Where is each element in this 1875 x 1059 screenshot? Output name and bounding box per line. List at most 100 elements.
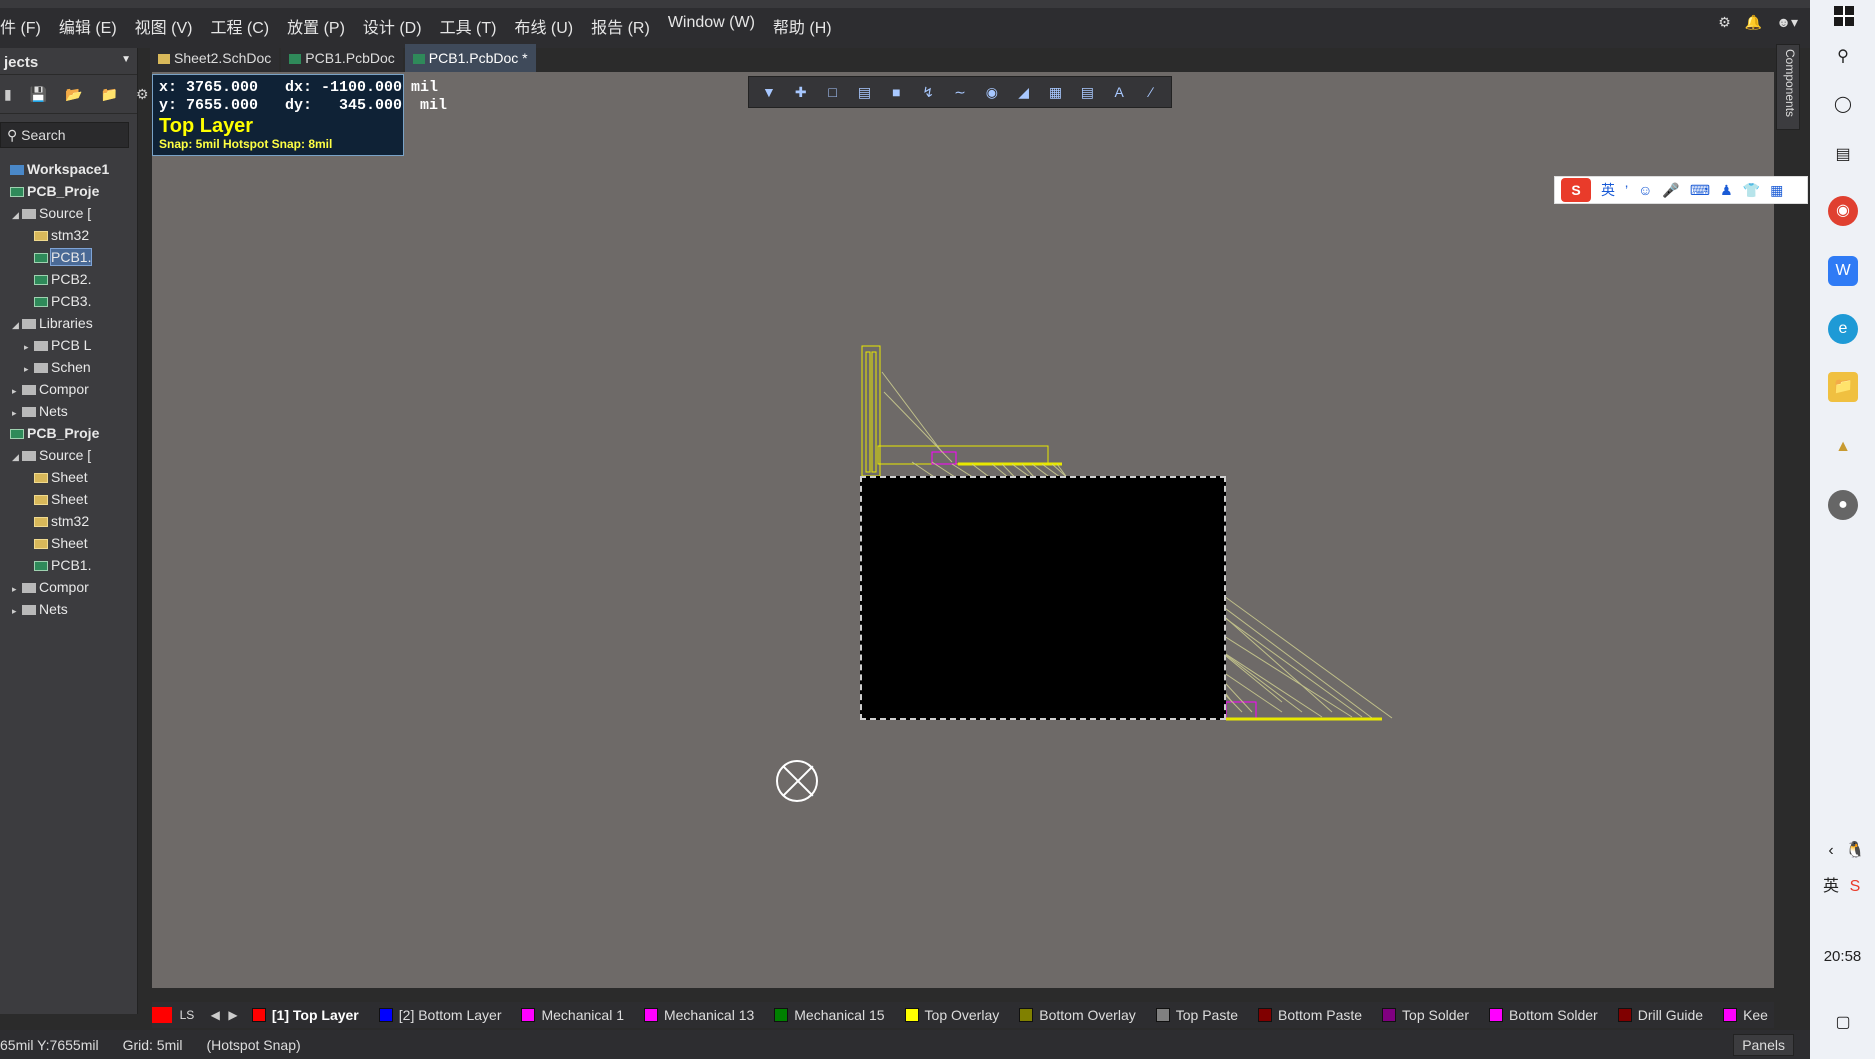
tree-item[interactable]: Sheet [0, 532, 137, 554]
chevron-down-icon[interactable]: ◢ [12, 204, 22, 224]
gear-icon[interactable]: ⚙ [136, 86, 149, 103]
tree-item[interactable]: ▸ Compor [0, 378, 137, 400]
chevron-right-icon[interactable]: ▸ [12, 380, 22, 400]
menu-route[interactable]: 布线 (U) [514, 14, 573, 38]
layer-set-button[interactable]: LS [180, 1008, 195, 1022]
projects-panel-header[interactable]: jects ▼ [0, 48, 137, 74]
tree-item[interactable]: PCB1. [0, 246, 137, 268]
bell-icon[interactable]: 🔔 [1745, 14, 1762, 31]
components-panel-tab[interactable]: Components [1776, 44, 1800, 130]
sogou-tray-icon[interactable]: S [1840, 872, 1870, 902]
document-tab[interactable]: PCB1.PcbDoc [281, 44, 403, 72]
select-rect-icon[interactable]: □ [821, 81, 845, 103]
tree-item[interactable]: Sheet [0, 488, 137, 510]
layer-tab[interactable]: Mechanical 13 [638, 1007, 760, 1023]
taskbar-clock[interactable]: 20:58 [1810, 948, 1875, 965]
line-icon[interactable]: ∕ [1139, 81, 1163, 103]
chevron-down-icon[interactable]: ▼ [121, 54, 131, 65]
wps-icon[interactable]: W [1828, 256, 1858, 286]
current-layer-swatch[interactable] [152, 1007, 172, 1023]
menu-view[interactable]: 视图 (V) [135, 14, 193, 38]
chevron-down-icon[interactable]: ◢ [12, 446, 22, 466]
chevron-right-icon[interactable]: ▸ [24, 336, 34, 356]
avatar-icon[interactable]: ● [1828, 490, 1858, 520]
layer-tab[interactable]: Bottom Paste [1252, 1007, 1368, 1023]
route-icon[interactable]: ↯ [916, 81, 940, 103]
notification-icon[interactable]: ▢ [1828, 1008, 1858, 1038]
layer-tab[interactable]: Bottom Solder [1483, 1007, 1604, 1023]
tree-item[interactable]: ▸ Nets [0, 400, 137, 422]
align-icon[interactable]: ▤ [853, 81, 877, 103]
tree-item[interactable]: ▸ Compor [0, 576, 137, 598]
chevron-down-icon[interactable]: ◢ [12, 314, 22, 334]
menu-project[interactable]: 工程 (C) [210, 14, 269, 38]
emoji-icon[interactable]: ☺ [1638, 182, 1652, 198]
tree-item[interactable]: ▸ Nets [0, 598, 137, 620]
close-folder-icon[interactable]: 📁 [101, 86, 118, 103]
project-icon[interactable]: ▮ [4, 86, 12, 103]
filter-icon[interactable]: ▼ [757, 81, 781, 103]
chevron-right-icon[interactable]: ▸ [24, 358, 34, 378]
task-view-icon[interactable]: ▤ [1828, 140, 1858, 170]
sogou-logo-icon[interactable]: S [1561, 178, 1591, 202]
grid-icon[interactable]: ▦ [1770, 182, 1783, 199]
document-tab[interactable]: PCB1.PcbDoc * [404, 44, 536, 72]
document-tab[interactable]: Sheet2.SchDoc [150, 44, 280, 72]
edge-icon[interactable]: e [1828, 314, 1858, 344]
tree-item[interactable]: ▸ PCB L [0, 334, 137, 356]
skin-icon[interactable]: 👕 [1743, 182, 1760, 199]
windows-start-icon[interactable] [1834, 6, 1854, 26]
panels-button[interactable]: Panels [1733, 1034, 1794, 1056]
save-icon[interactable]: 💾 [30, 86, 47, 103]
keyboard-icon[interactable]: ⌨ [1690, 182, 1710, 199]
layer-tab[interactable]: Top Paste [1150, 1007, 1244, 1023]
tree-item[interactable]: stm32 [0, 510, 137, 532]
gear-icon[interactable]: ⚙ [1718, 14, 1731, 31]
open-folder-icon[interactable]: 📂 [65, 86, 82, 103]
menu-reports[interactable]: 报告 (R) [591, 14, 650, 38]
file-explorer-icon[interactable]: 📁 [1828, 372, 1858, 402]
cortana-icon[interactable]: ◯ [1828, 90, 1858, 120]
layer-tab[interactable]: Top Overlay [899, 1007, 1006, 1023]
keepout-icon[interactable]: ▦ [1044, 81, 1068, 103]
layer-tab[interactable]: Mechanical 15 [768, 1007, 890, 1023]
menu-place[interactable]: 放置 (P) [287, 14, 345, 38]
chevron-right-icon[interactable]: ▸ [12, 600, 22, 620]
menu-file[interactable]: 件 (F) [0, 14, 41, 38]
tree-item[interactable]: PCB2. [0, 268, 137, 290]
layer-tab[interactable]: Drill Guide [1612, 1007, 1709, 1023]
tree-item[interactable]: ◢ Libraries [0, 312, 137, 334]
polygon-icon[interactable]: ◢ [1012, 81, 1036, 103]
chevron-left-icon[interactable]: ◀ [210, 1008, 220, 1022]
layer-tab[interactable]: [2] Bottom Layer [373, 1007, 508, 1023]
layer-tab[interactable]: Bottom Overlay [1013, 1007, 1141, 1023]
menu-help[interactable]: 帮助 (H) [773, 14, 832, 38]
chevron-right-icon[interactable]: ▸ [12, 578, 22, 598]
ime-mode[interactable]: 英 [1601, 180, 1615, 200]
menu-edit[interactable]: 编辑 (E) [59, 14, 117, 38]
punctuation-icon[interactable]: ’ [1625, 182, 1628, 198]
user-icon[interactable]: ♟ [1720, 182, 1733, 199]
tree-item[interactable]: PCB_Proje [0, 422, 137, 444]
component-icon[interactable]: ■ [884, 81, 908, 103]
layer-tab[interactable]: [1] Top Layer [246, 1007, 365, 1023]
tree-item[interactable]: PCB1. [0, 554, 137, 576]
via-icon[interactable]: ◉ [980, 81, 1004, 103]
menu-window[interactable]: Window (W) [668, 14, 755, 38]
tree-item[interactable]: ◢ Source [ [0, 202, 137, 224]
menu-tools[interactable]: 工具 (T) [440, 14, 497, 38]
menu-design[interactable]: 设计 (D) [363, 14, 422, 38]
search-icon[interactable]: ⚲ [1828, 42, 1858, 72]
layer-tab[interactable]: Kee [1717, 1007, 1774, 1023]
chevron-right-icon[interactable]: ▸ [12, 402, 22, 422]
text-icon[interactable]: A [1107, 81, 1131, 103]
chevron-right-icon[interactable]: ▶ [228, 1008, 238, 1022]
tree-item[interactable]: Sheet [0, 466, 137, 488]
user-icon[interactable]: ☻▾ [1776, 14, 1798, 31]
search-input[interactable]: ⚲ Search [0, 122, 129, 148]
tree-item[interactable]: PCB_Proje [0, 180, 137, 202]
altium-icon[interactable]: ▲ [1828, 432, 1858, 462]
chrome-icon[interactable]: ◉ [1828, 196, 1858, 226]
tree-item[interactable]: stm32 [0, 224, 137, 246]
layer-tab[interactable]: Top Solder [1376, 1007, 1475, 1023]
